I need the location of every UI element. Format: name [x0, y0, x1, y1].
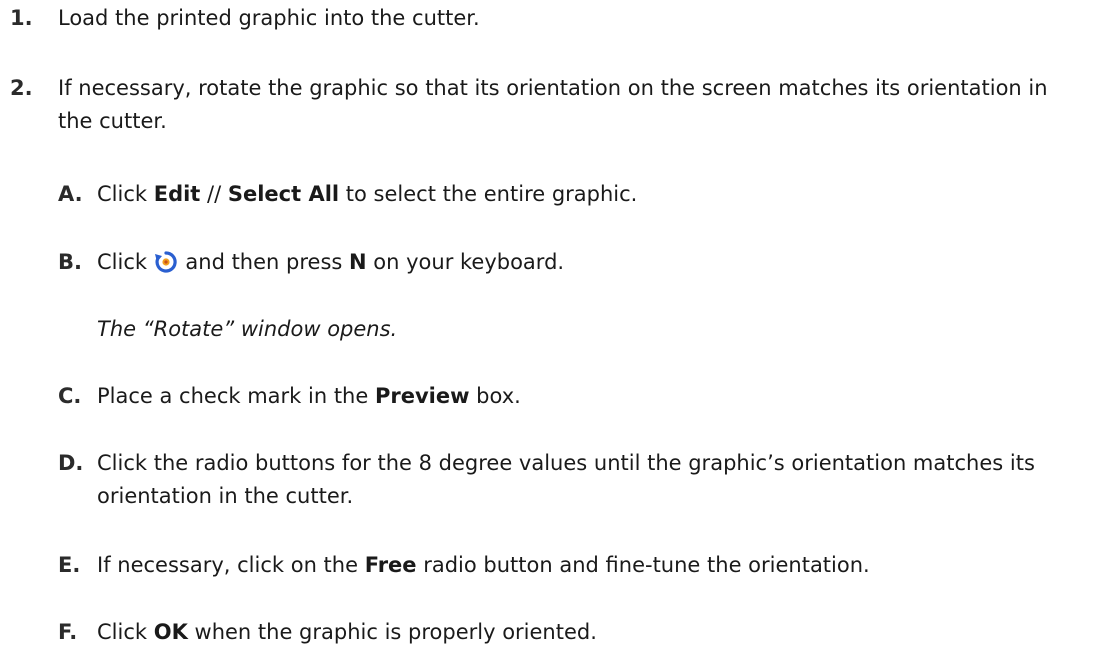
substep-text: Place a check mark in the Preview box. [97, 380, 1087, 413]
text-click: Click [97, 182, 154, 206]
text-rest: box. [469, 384, 521, 408]
step-number: 2. [10, 76, 33, 100]
text-rest: to select the entire graphic. [339, 182, 638, 206]
menu-separator: // [200, 182, 228, 206]
step-number: 1. [10, 6, 33, 30]
result-note: The “Rotate” window opens. [97, 317, 398, 341]
key-n: N [349, 250, 367, 274]
preview-label: Preview [374, 384, 470, 408]
rotate-tool-icon [154, 250, 177, 273]
step-text: If necessary, rotate the graphic so that… [58, 76, 1048, 133]
substep-letter: C. [58, 384, 82, 408]
text-pre: Place a check mark in the [97, 384, 375, 408]
substep-letter: F. [58, 620, 78, 644]
substep-text: Click and then press N on your keyboard. [97, 246, 1087, 279]
substep-letter: A. [58, 182, 83, 206]
substep-text: Click Edit // Select All to select the e… [97, 178, 1087, 211]
text-rest: when the graphic is properly oriented. [187, 620, 597, 644]
menu-select-all: Select All [227, 182, 340, 206]
text-rest: on your keyboard. [366, 250, 565, 274]
substep-letter: D. [58, 451, 84, 475]
substep-text: Click OK when the graphic is properly or… [97, 616, 1087, 649]
substep-text: If necessary, click on the Free radio bu… [97, 549, 1087, 582]
menu-edit: Edit [153, 182, 201, 206]
text-pre: If necessary, click on the [97, 553, 365, 577]
free-label: Free [364, 553, 417, 577]
step-text: Load the printed graphic into the cutter… [58, 6, 480, 30]
substep-letter: E. [58, 553, 81, 577]
ok-label: OK [153, 620, 188, 644]
substep-text: Click the radio buttons for the 8 degree… [97, 451, 1035, 508]
substep-letter: B. [58, 250, 82, 274]
text-rest: radio button and fine-tune the orientati… [416, 553, 870, 577]
text-mid: and then press [178, 250, 350, 274]
text-click: Click [97, 250, 154, 274]
text-click: Click [97, 620, 154, 644]
